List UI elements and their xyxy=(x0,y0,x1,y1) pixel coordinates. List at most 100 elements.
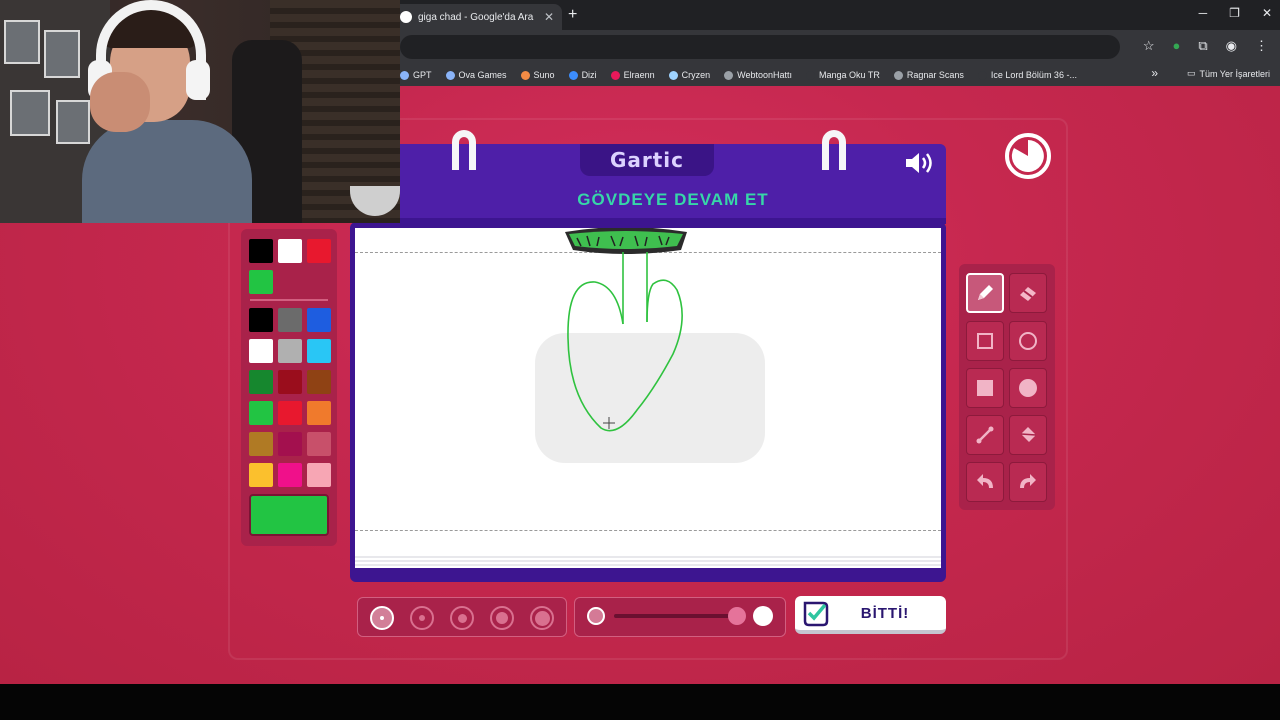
color-swatch[interactable] xyxy=(249,370,273,394)
opacity-slider-thumb[interactable] xyxy=(728,607,746,625)
all-bookmarks-label: Tüm Yer İşaretleri xyxy=(1199,68,1270,79)
color-swatch[interactable] xyxy=(307,401,331,425)
minimize-icon[interactable]: ─ xyxy=(1199,6,1208,20)
redo-tool[interactable] xyxy=(1009,462,1047,502)
fill-bucket-tool[interactable] xyxy=(1009,415,1047,455)
color-swatch[interactable] xyxy=(278,339,302,363)
window-controls: ─ ❐ ✕ xyxy=(1199,6,1272,20)
wall-poster xyxy=(4,20,40,64)
redo-icon xyxy=(1020,474,1036,488)
bookmark-item[interactable]: Ice Lord Bölüm 36 -... xyxy=(977,70,1077,80)
bookmark-item[interactable]: Cryzen xyxy=(668,70,710,80)
drawing-canvas[interactable] xyxy=(355,228,941,568)
bookmark-item[interactable]: GPT xyxy=(400,70,432,80)
browser-tab[interactable]: giga chad - Google'da Ara ✕ xyxy=(392,4,562,30)
drawing-layer xyxy=(535,228,765,463)
bookmark-favicon-icon xyxy=(568,70,578,80)
folder-icon: ▭ xyxy=(1186,68,1196,78)
brush-size-option[interactable] xyxy=(370,606,394,630)
bookmark-item[interactable]: Suno xyxy=(520,70,555,80)
recent-color-swatch[interactable] xyxy=(307,239,331,263)
recent-color-swatch[interactable] xyxy=(278,239,302,263)
bookmark-item[interactable]: WebtoonHattı xyxy=(724,70,792,80)
all-bookmarks-button[interactable]: ▭ Tüm Yer İşaretleri xyxy=(1187,68,1270,79)
address-bar[interactable] xyxy=(400,35,1120,59)
color-swatch[interactable] xyxy=(249,308,273,332)
done-label: BİTTİ! xyxy=(860,605,910,622)
tab-title: giga chad - Google'da Ara xyxy=(418,11,534,23)
opacity-slider[interactable] xyxy=(614,614,734,618)
line-tool[interactable] xyxy=(966,415,1004,455)
recent-color-swatch[interactable] xyxy=(249,270,273,294)
timer-icon xyxy=(1005,133,1051,179)
done-button[interactable]: BİTTİ! xyxy=(795,596,946,634)
pencil-tool[interactable] xyxy=(966,273,1004,313)
color-swatch[interactable] xyxy=(307,339,331,363)
pencil-icon xyxy=(978,285,993,300)
profile-icon[interactable]: ◉ xyxy=(1226,38,1237,54)
bookmark-item[interactable]: Manga Oku TR xyxy=(805,70,880,80)
bottom-bar xyxy=(0,684,1280,720)
bookmark-item[interactable]: Ragnar Scans xyxy=(893,70,964,80)
bookmark-label: GPT xyxy=(413,70,432,80)
color-swatch[interactable] xyxy=(278,308,302,332)
bookmarks-overflow-icon[interactable]: » xyxy=(1151,66,1158,80)
rectangle-outline-icon xyxy=(977,333,993,349)
bookmark-item[interactable]: Dizi xyxy=(568,70,597,80)
color-swatch[interactable] xyxy=(278,370,302,394)
bookmark-label: Dizi xyxy=(581,70,597,80)
previous-drawing-head xyxy=(565,228,687,254)
bookmark-favicon-icon xyxy=(977,70,987,80)
color-swatch[interactable] xyxy=(249,432,273,456)
color-swatch[interactable] xyxy=(249,401,273,425)
brush-size-option[interactable] xyxy=(410,606,434,630)
sound-icon[interactable] xyxy=(904,150,936,176)
tab-close-icon[interactable]: ✕ xyxy=(544,10,554,24)
undo-icon xyxy=(977,474,993,488)
color-swatch[interactable] xyxy=(278,432,302,456)
color-swatch[interactable] xyxy=(307,308,331,332)
menu-kebab-icon[interactable]: ⋮ xyxy=(1255,38,1268,54)
bookmark-favicon-icon xyxy=(724,70,734,80)
recent-color-swatch[interactable] xyxy=(249,239,273,263)
bookmark-favicon-icon xyxy=(445,70,455,80)
webcam-overlay xyxy=(0,0,400,223)
fill-bucket-icon xyxy=(1020,427,1037,442)
rectangle-filled-tool[interactable] xyxy=(966,368,1004,408)
line-icon xyxy=(976,426,994,444)
drawing-header: Gartic GÖVDEYE DEVAM ET xyxy=(400,144,946,224)
palette-divider xyxy=(250,299,328,301)
color-swatch[interactable] xyxy=(249,463,273,487)
bookmark-label: Ova Games xyxy=(458,70,507,80)
close-window-icon[interactable]: ✕ xyxy=(1262,6,1272,20)
instruction-title: GÖVDEYE DEVAM ET xyxy=(577,190,769,209)
color-swatch[interactable] xyxy=(307,370,331,394)
circle-filled-tool[interactable] xyxy=(1009,368,1047,408)
bookmark-star-icon[interactable]: ☆ xyxy=(1143,38,1155,54)
undo-tool[interactable] xyxy=(966,462,1004,502)
extensions-icon[interactable]: ⧉ xyxy=(1198,38,1207,54)
bookmark-label: Ice Lord Bölüm 36 -... xyxy=(990,70,1077,80)
brush-size-option[interactable] xyxy=(490,606,514,630)
restore-icon[interactable]: ❐ xyxy=(1229,6,1240,20)
bookmark-label: WebtoonHattı xyxy=(737,70,792,80)
color-swatch[interactable] xyxy=(307,463,331,487)
bookmark-label: Ragnar Scans xyxy=(906,70,964,80)
rectangle-filled-icon xyxy=(977,380,993,396)
bookmark-item[interactable]: Ova Games xyxy=(445,70,507,80)
color-swatch[interactable] xyxy=(278,463,302,487)
eraser-tool[interactable] xyxy=(1009,273,1047,313)
color-swatch[interactable] xyxy=(307,432,331,456)
rectangle-outline-tool[interactable] xyxy=(966,321,1004,361)
wall-poster xyxy=(44,30,80,78)
circle-outline-tool[interactable] xyxy=(1009,321,1047,361)
brush-size-option[interactable] xyxy=(450,606,474,630)
new-tab-button[interactable]: + xyxy=(568,6,577,24)
color-swatch[interactable] xyxy=(278,401,302,425)
bookmark-item[interactable]: Elraenn xyxy=(610,70,655,80)
opacity-max-icon xyxy=(753,606,773,626)
extension-badge-icon[interactable]: ● xyxy=(1173,38,1181,54)
brush-size-option[interactable] xyxy=(530,606,554,630)
color-swatch[interactable] xyxy=(249,339,273,363)
bookmark-label: Suno xyxy=(533,70,555,80)
